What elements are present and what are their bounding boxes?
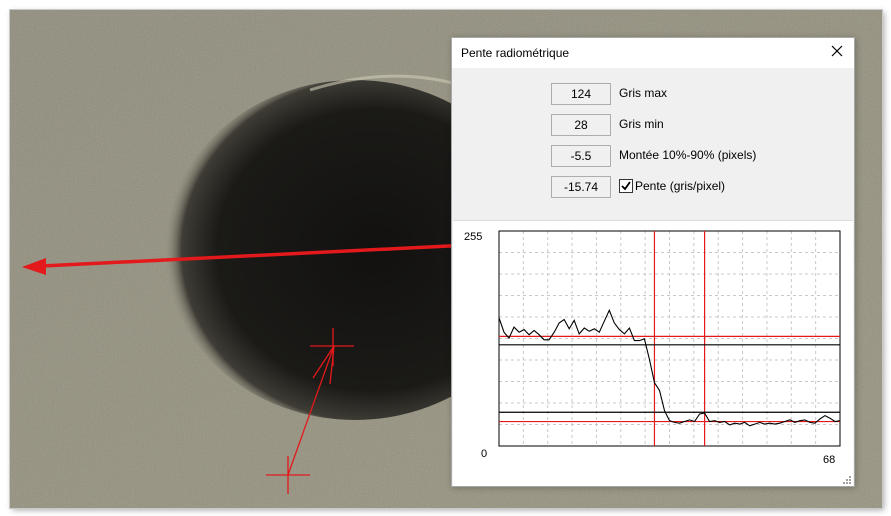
slope-label: Pente (gris/pixel) xyxy=(635,179,726,193)
slope-value[interactable]: -15.74 xyxy=(551,176,611,198)
profile-plot-panel: 255 0 68 xyxy=(453,220,853,486)
gray-max-value[interactable]: 124 xyxy=(551,83,611,105)
title-bar: Pente radiométrique xyxy=(452,38,854,68)
screen: Pente radiométrique 124 Gris max 28 Gris… xyxy=(0,0,891,516)
rise-value[interactable]: -5.5 xyxy=(551,145,611,167)
rise-label: Montée 10%-90% (pixels) xyxy=(619,148,757,162)
radiometric-slope-dialog: Pente radiométrique 124 Gris max 28 Gris… xyxy=(451,37,855,487)
gray-max-label: Gris max xyxy=(619,86,667,100)
profile-plot xyxy=(498,230,841,447)
close-icon[interactable] xyxy=(828,42,846,60)
checkmark-icon[interactable] xyxy=(619,179,633,193)
gray-min-label: Gris min xyxy=(619,117,664,131)
gray-min-value[interactable]: 28 xyxy=(551,114,611,136)
resize-grip-icon[interactable] xyxy=(842,475,852,485)
dialog-title: Pente radiométrique xyxy=(461,46,570,60)
